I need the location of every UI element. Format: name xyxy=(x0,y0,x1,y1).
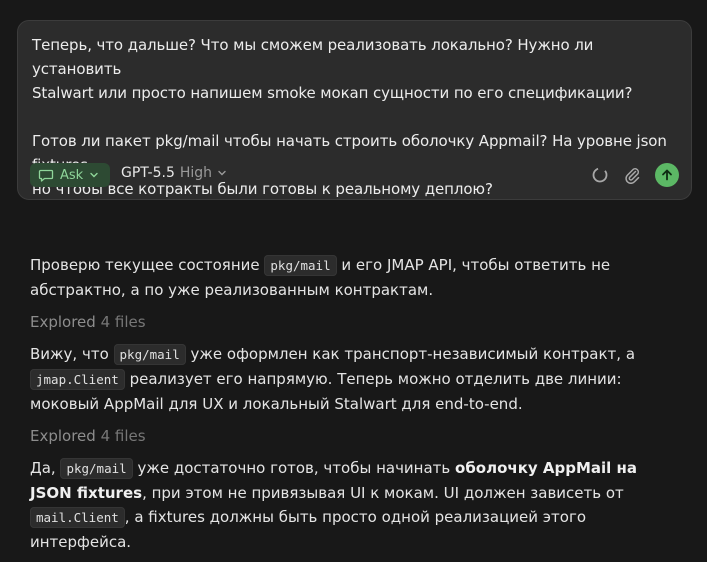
message-text: Вижу, что xyxy=(30,345,114,363)
reasoning-effort: High xyxy=(179,165,213,181)
message-text: уже достаточно готов, чтобы начинать xyxy=(132,459,456,477)
prompt-line: Теперь, что дальше? Что мы сможем реализ… xyxy=(32,36,594,78)
inline-code: pkg/mail xyxy=(113,344,186,365)
arrow-up-icon xyxy=(662,169,672,181)
chevron-down-icon xyxy=(90,172,98,178)
mode-label: Ask xyxy=(60,167,84,183)
explored-label: Explored xyxy=(30,427,96,445)
send-button[interactable] xyxy=(655,163,679,187)
inline-code: pkg/mail xyxy=(60,458,133,479)
spinner-icon xyxy=(592,167,608,183)
message-text: Да, xyxy=(30,459,61,477)
explored-count: 4 files xyxy=(100,313,146,331)
message-text: , при этом не привязывая UI к мокам. UI … xyxy=(142,484,624,502)
explored-files-toggle[interactable]: Explored 4 files xyxy=(30,310,680,334)
inline-code: pkg/mail xyxy=(264,255,337,276)
assistant-transcript: Проверю текущее состояние pkg/mail и его… xyxy=(30,253,680,562)
prompt-line: Stalwart или просто напишем smoke мокап … xyxy=(32,84,633,102)
chevron-down-icon xyxy=(218,170,226,176)
chat-composer[interactable]: Теперь, что дальше? Что мы сможем реализ… xyxy=(17,20,692,200)
composer-toolbar: Ask GPT-5.5 High xyxy=(30,161,679,189)
inline-code: jmap.Client xyxy=(30,369,125,390)
assistant-message: Проверю текущее состояние pkg/mail и его… xyxy=(30,253,680,302)
assistant-message: Да, pkg/mail уже достаточно готов, чтобы… xyxy=(30,456,680,554)
mode-selector-button[interactable]: Ask xyxy=(30,163,110,187)
message-text: Проверю текущее состояние xyxy=(30,256,265,274)
explored-files-toggle[interactable]: Explored 4 files xyxy=(30,424,680,448)
inline-code: mail.Client xyxy=(30,507,125,528)
model-name: GPT-5.5 xyxy=(121,165,175,181)
paperclip-icon[interactable] xyxy=(623,166,641,184)
composer-actions xyxy=(591,161,679,189)
explored-count: 4 files xyxy=(100,427,146,445)
explored-label: Explored xyxy=(30,313,96,331)
chat-bubble-icon xyxy=(38,169,54,182)
message-text: уже оформлен как транспорт-независимый к… xyxy=(185,345,636,363)
model-selector[interactable]: GPT-5.5 High xyxy=(121,165,227,181)
assistant-message: Вижу, что pkg/mail уже оформлен как тран… xyxy=(30,342,680,416)
